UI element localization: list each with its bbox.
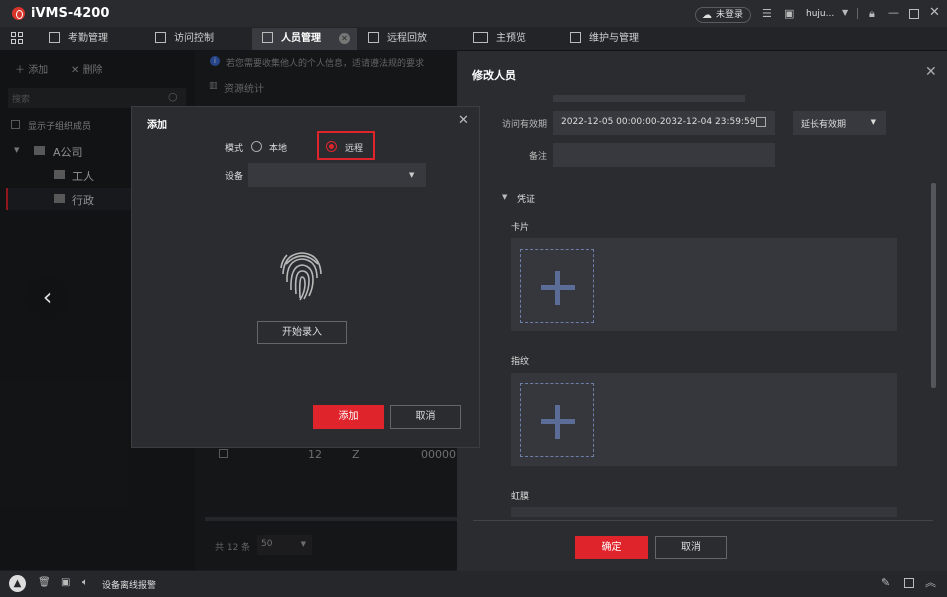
mode-local-label: 本地: [269, 144, 288, 154]
grid-menu-icon[interactable]: [11, 32, 23, 44]
divider: [857, 8, 858, 19]
fingerprint-label: 指纹: [511, 357, 530, 367]
iris-label: 虹膜: [511, 492, 530, 502]
validity-input[interactable]: 2022-12-05 00:00:00-2032-12-04 23:59:59: [553, 111, 775, 135]
section-collapse-icon[interactable]: ▼: [502, 193, 507, 201]
device-select[interactable]: [248, 163, 426, 187]
user-name[interactable]: huju...: [806, 9, 834, 19]
start-enroll-button[interactable]: 开始录入: [257, 321, 347, 344]
playback-icon: [368, 32, 379, 43]
screenshot-icon[interactable]: ▣: [61, 577, 70, 588]
alarm-icon[interactable]: ▲: [9, 575, 26, 592]
tab-attendance[interactable]: 考勤管理: [49, 27, 108, 50]
dialog-title: 添加: [147, 120, 167, 131]
tab-maintenance[interactable]: 维护与管理: [570, 27, 639, 50]
trash-icon[interactable]: 🗑︎: [38, 577, 51, 588]
close-panel-icon[interactable]: ✕: [925, 64, 937, 80]
close-tab-icon[interactable]: ✕: [339, 33, 350, 44]
image-icon[interactable]: ▣: [784, 7, 794, 20]
remark-label: 备注: [529, 152, 548, 162]
chevron-down-icon[interactable]: ▼: [842, 8, 848, 17]
mode-label: 模式: [225, 144, 244, 154]
back-arrow-button[interactable]: ‹: [25, 276, 70, 321]
lock-icon[interactable]: 🔒︎: [869, 7, 875, 21]
door-icon: [155, 32, 166, 43]
chevron-down-icon[interactable]: ▼: [409, 171, 414, 179]
add-cancel-button[interactable]: 取消: [390, 405, 461, 429]
iris-container: [511, 507, 897, 517]
validity-label: 访问有效期: [502, 120, 548, 130]
vertical-scrollbar[interactable]: [931, 183, 936, 388]
mode-local-radio[interactable]: [251, 141, 262, 152]
calendar-icon[interactable]: [756, 117, 766, 127]
tools-icon: [570, 32, 581, 43]
card-label: 卡片: [511, 223, 530, 233]
chevron-down-icon: ▼: [870, 118, 876, 126]
extend-validity-select[interactable]: 延长有效期 ▼: [793, 111, 886, 135]
alarm-status-text: 设备离线报警: [102, 581, 157, 591]
tab-access-control[interactable]: 访问控制: [155, 27, 214, 50]
login-status-button[interactable]: ☁ 未登录: [695, 7, 751, 23]
app-title: iVMS-4200: [31, 6, 110, 21]
app-logo-icon: [12, 7, 25, 20]
cloud-icon: ☁: [702, 10, 712, 21]
person-card-icon: [262, 32, 273, 43]
title-bar: [0, 0, 947, 27]
mode-remote-label: 远程: [345, 144, 364, 154]
add-card-button[interactable]: [520, 249, 594, 323]
pin-icon[interactable]: ✎: [881, 576, 890, 589]
mode-remote-radio[interactable]: [326, 141, 337, 152]
calendar-icon: [49, 32, 60, 43]
remark-input[interactable]: [553, 143, 775, 167]
ok-button[interactable]: 确定: [575, 536, 648, 559]
cancel-edit-button[interactable]: 取消: [655, 536, 727, 559]
add-fingerprint-button[interactable]: [520, 383, 594, 457]
close-dialog-icon[interactable]: ✕: [458, 113, 469, 128]
login-status-label: 未登录: [716, 10, 744, 20]
device-label: 设备: [225, 172, 244, 182]
monitor-icon: [473, 32, 488, 43]
field-placeholder-bar: [553, 95, 745, 102]
chevron-up-icon[interactable]: ︽: [925, 574, 936, 590]
minimize-icon[interactable]: —: [888, 6, 899, 19]
edit-panel-title: 修改人员: [472, 69, 516, 82]
list-icon[interactable]: ☰: [762, 7, 772, 20]
tab-main-view[interactable]: 主预览: [473, 27, 526, 50]
credentials-section-title: 凭证: [517, 195, 536, 205]
window-icon[interactable]: [904, 578, 914, 588]
tab-remote-playback[interactable]: 远程回放: [368, 27, 427, 50]
footer-divider: [473, 520, 933, 521]
fingerprint-icon: [280, 252, 322, 301]
add-confirm-button[interactable]: 添加: [313, 405, 384, 429]
maximize-icon[interactable]: [909, 9, 919, 19]
tab-person-management[interactable]: 人员管理: [262, 27, 321, 50]
speaker-mute-icon[interactable]: 🔈︎: [82, 577, 88, 588]
close-icon[interactable]: ✕: [929, 5, 940, 20]
